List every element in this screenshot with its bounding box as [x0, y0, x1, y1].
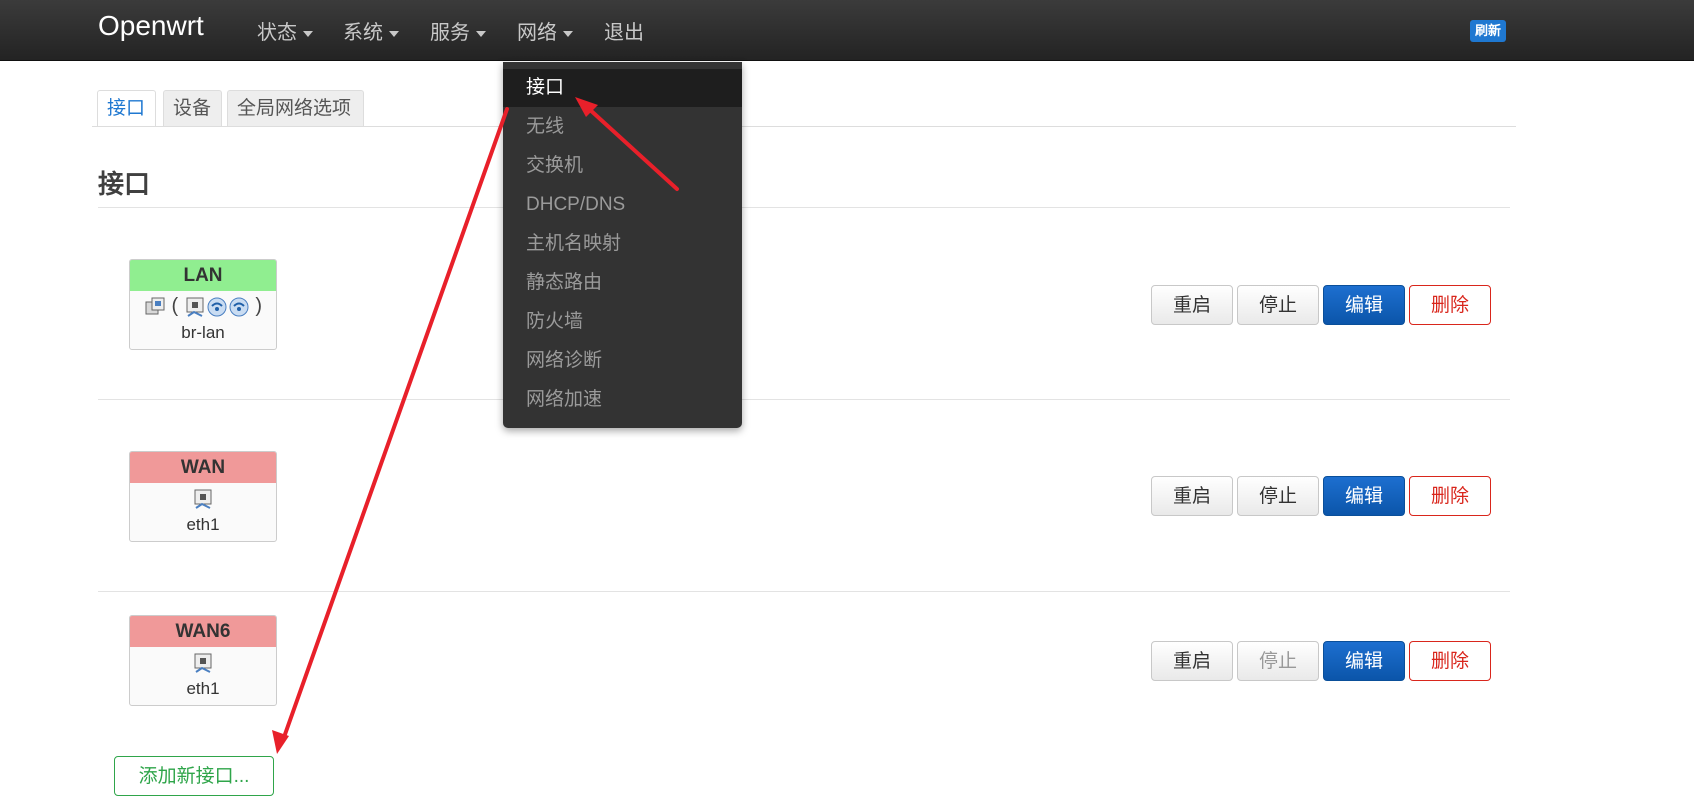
dropdown-item-static-routes[interactable]: 静态路由: [503, 264, 742, 302]
lan-edit-button[interactable]: 编辑: [1323, 285, 1405, 325]
nav-services-menu[interactable]: 服务: [430, 16, 486, 45]
annotation-arrow-to-add-button: [281, 107, 509, 742]
lan-delete-button[interactable]: 删除: [1409, 285, 1491, 325]
nav-network-menu[interactable]: 网络: [517, 16, 573, 45]
tab-interfaces[interactable]: 接口: [97, 90, 156, 126]
wan6-edit-button[interactable]: 编辑: [1323, 641, 1405, 681]
wan6-delete-button[interactable]: 删除: [1409, 641, 1491, 681]
interface-device: br-lan: [181, 323, 225, 342]
wan6-stop-button[interactable]: 停止: [1237, 641, 1319, 681]
caret-down-icon: [389, 30, 399, 37]
lan-stop-button[interactable]: 停止: [1237, 285, 1319, 325]
switch-icon: [145, 297, 165, 315]
top-navbar: Openwrt 状态 系统 服务 网络 退出 刷新: [0, 0, 1694, 61]
arrow-head-icon: [272, 730, 289, 754]
interface-name: LAN: [130, 260, 276, 291]
port-icon: [194, 653, 212, 673]
nav-services-label: 服务: [430, 22, 470, 44]
refresh-badge[interactable]: 刷新: [1470, 20, 1507, 42]
tabs-divider: [92, 126, 1516, 127]
caret-down-icon: [476, 30, 486, 37]
interface-badge-lan: LAN ( ) br-lan: [129, 259, 277, 350]
dropdown-item-dhcp-dns[interactable]: DHCP/DNS: [503, 186, 742, 224]
nav-logout-link[interactable]: 退出: [604, 16, 644, 45]
wifi-icon: [229, 297, 249, 317]
port-icon: [194, 489, 212, 509]
wan-restart-button[interactable]: 重启: [1151, 476, 1233, 516]
wan6-restart-button[interactable]: 重启: [1151, 641, 1233, 681]
dropdown-item-interfaces[interactable]: 接口: [503, 69, 742, 107]
interface-name: WAN: [130, 452, 276, 483]
section-title: 接口: [98, 169, 151, 199]
lan-restart-button[interactable]: 重启: [1151, 285, 1233, 325]
caret-down-icon: [303, 30, 313, 37]
wan-edit-button[interactable]: 编辑: [1323, 476, 1405, 516]
nav-system-menu[interactable]: 系统: [343, 16, 399, 45]
dropdown-item-firewall[interactable]: 防火墙: [503, 303, 742, 341]
dropdown-item-acceleration[interactable]: 网络加速: [503, 381, 742, 419]
interface-name: WAN6: [130, 616, 276, 647]
nav-status-label: 状态: [257, 22, 297, 44]
wan-delete-button[interactable]: 删除: [1409, 476, 1491, 516]
row-divider: [98, 591, 1510, 592]
section-divider: [98, 207, 1510, 208]
interface-device: eth1: [186, 515, 220, 534]
tab-global-network-options[interactable]: 全局网络选项: [227, 90, 364, 126]
dropdown-item-hostnames[interactable]: 主机名映射: [503, 225, 742, 263]
brand-logo[interactable]: Openwrt: [98, 10, 204, 42]
dropdown-item-switch[interactable]: 交换机: [503, 147, 742, 185]
network-dropdown-menu: 接口 无线 交换机 DHCP/DNS 主机名映射 静态路由 防火墙 网络诊断 网…: [503, 62, 742, 428]
interface-icons: [130, 651, 276, 679]
wan-stop-button[interactable]: 停止: [1237, 476, 1319, 516]
interface-icons: [130, 487, 276, 515]
wifi-icon: [207, 297, 227, 317]
nav-system-label: 系统: [343, 22, 383, 44]
row-divider: [98, 399, 1510, 400]
tab-devices[interactable]: 设备: [163, 90, 222, 126]
interface-badge-wan6: WAN6 eth1: [129, 615, 277, 706]
nav-status-menu[interactable]: 状态: [257, 16, 313, 45]
port-icon: [186, 297, 204, 317]
dropdown-item-wireless[interactable]: 无线: [503, 108, 742, 146]
caret-down-icon: [563, 30, 573, 37]
interface-icons: ( ): [130, 295, 276, 323]
dropdown-item-diagnostics[interactable]: 网络诊断: [503, 342, 742, 380]
nav-network-label: 网络: [517, 22, 557, 44]
interface-device: eth1: [186, 679, 220, 698]
add-interface-button[interactable]: 添加新接口...: [114, 756, 274, 796]
interface-badge-wan: WAN eth1: [129, 451, 277, 542]
